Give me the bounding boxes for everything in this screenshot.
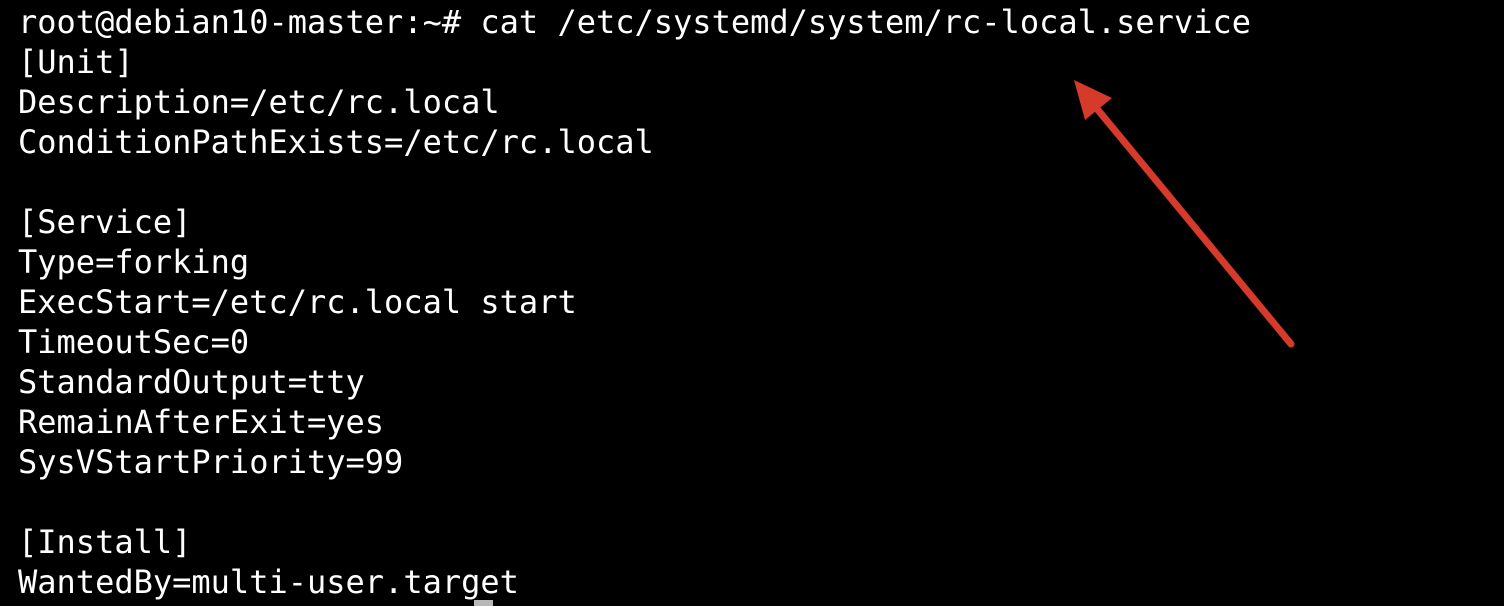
standard-output-line: StandardOutput=tty	[18, 363, 365, 401]
terminal-cursor	[474, 600, 493, 606]
command-prompt-line: root@debian10-master:~# cat /etc/systemd…	[18, 3, 1251, 41]
exec-start-line: ExecStart=/etc/rc.local start	[18, 283, 577, 321]
unit-section-header: [Unit]	[18, 43, 134, 81]
install-section-header: [Install]	[18, 523, 192, 561]
service-section-header: [Service]	[18, 203, 192, 241]
terminal-window[interactable]: root@debian10-master:~# cat /etc/systemd…	[0, 0, 1504, 606]
wanted-by-line: WantedBy=multi-user.target	[18, 563, 519, 601]
timeout-sec-line: TimeoutSec=0	[18, 323, 250, 361]
type-line: Type=forking	[18, 243, 250, 281]
terminal-output: root@debian10-master:~# cat /etc/systemd…	[18, 2, 1251, 602]
remain-after-exit-line: RemainAfterExit=yes	[18, 403, 385, 441]
description-line: Description=/etc/rc.local	[18, 83, 500, 121]
condition-path-exists-line: ConditionPathExists=/etc/rc.local	[18, 123, 654, 161]
sysv-start-priority-line: SysVStartPriority=99	[18, 443, 404, 481]
